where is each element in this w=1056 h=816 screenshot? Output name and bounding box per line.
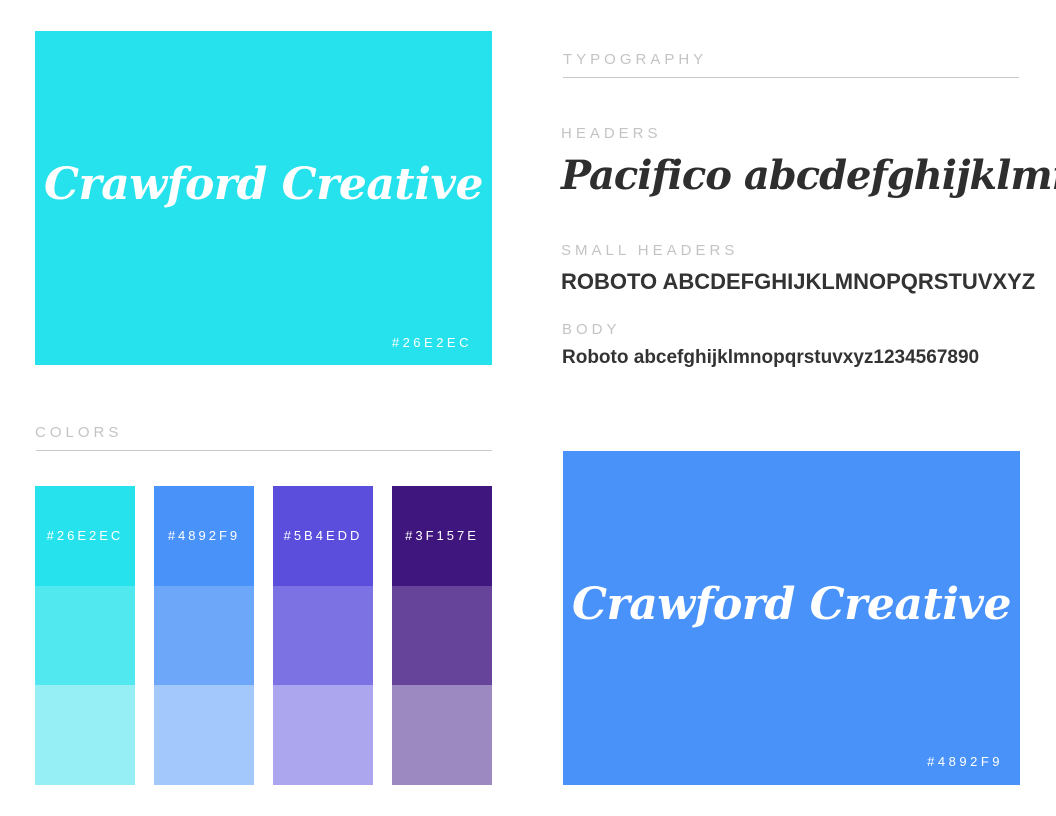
- typography-title: TYPOGRAPHY: [563, 51, 708, 68]
- small-headers-label: SMALL HEADERS: [561, 242, 739, 259]
- brand-name-secondary: Crawford Creative: [572, 579, 1011, 630]
- body-label: BODY: [562, 321, 621, 338]
- swatch-hex-label: #5B4EDD: [283, 528, 363, 543]
- color-swatch-base: #5B4EDD: [273, 486, 373, 586]
- color-swatch-tint: [154, 585, 254, 685]
- brand-card-primary: Crawford Creative #26E2EC: [35, 31, 492, 365]
- color-swatch-tint: [35, 685, 135, 785]
- color-swatch-base: #3F157E: [392, 486, 492, 586]
- color-swatch-base: #4892F9: [154, 486, 254, 586]
- swatch-hex-label: #26E2EC: [46, 528, 124, 543]
- color-swatch-column: #3F157E: [392, 486, 492, 785]
- colors-divider: [36, 450, 492, 451]
- color-swatch-column: #4892F9: [154, 486, 254, 785]
- color-swatch-tint: [273, 585, 373, 685]
- headers-font-sample: Pacifico abcdefghijklmno: [561, 152, 1056, 199]
- brand-name-primary: Crawford Creative: [44, 159, 483, 210]
- small-headers-font-sample: ROBOTO ABCDEFGHIJKLMNOPQRSTUVXYZ: [561, 269, 1036, 294]
- colors-title: COLORS: [35, 424, 123, 441]
- body-font-sample: Roboto abcefghijklmnopqrstuvxyz123456789…: [562, 347, 980, 368]
- headers-label: HEADERS: [561, 125, 662, 142]
- secondary-hex-label: #4892F9: [927, 754, 1003, 769]
- color-swatch-base: #26E2EC: [35, 486, 135, 586]
- primary-hex-label: #26E2EC: [391, 335, 472, 350]
- color-swatch-tint: [392, 685, 492, 785]
- swatch-hex-label: #4892F9: [167, 528, 241, 543]
- color-swatch-tint: [35, 585, 135, 685]
- typography-divider: [563, 77, 1019, 78]
- color-swatch-tint: [154, 685, 254, 785]
- color-swatch-tint: [392, 585, 492, 685]
- brand-card-secondary: Crawford Creative #4892F9: [563, 451, 1020, 785]
- swatch-hex-label: #3F157E: [405, 528, 479, 543]
- color-swatch-column: #5B4EDD: [273, 486, 373, 785]
- color-swatch-column: #26E2EC: [35, 486, 135, 785]
- color-swatch-tint: [273, 685, 373, 785]
